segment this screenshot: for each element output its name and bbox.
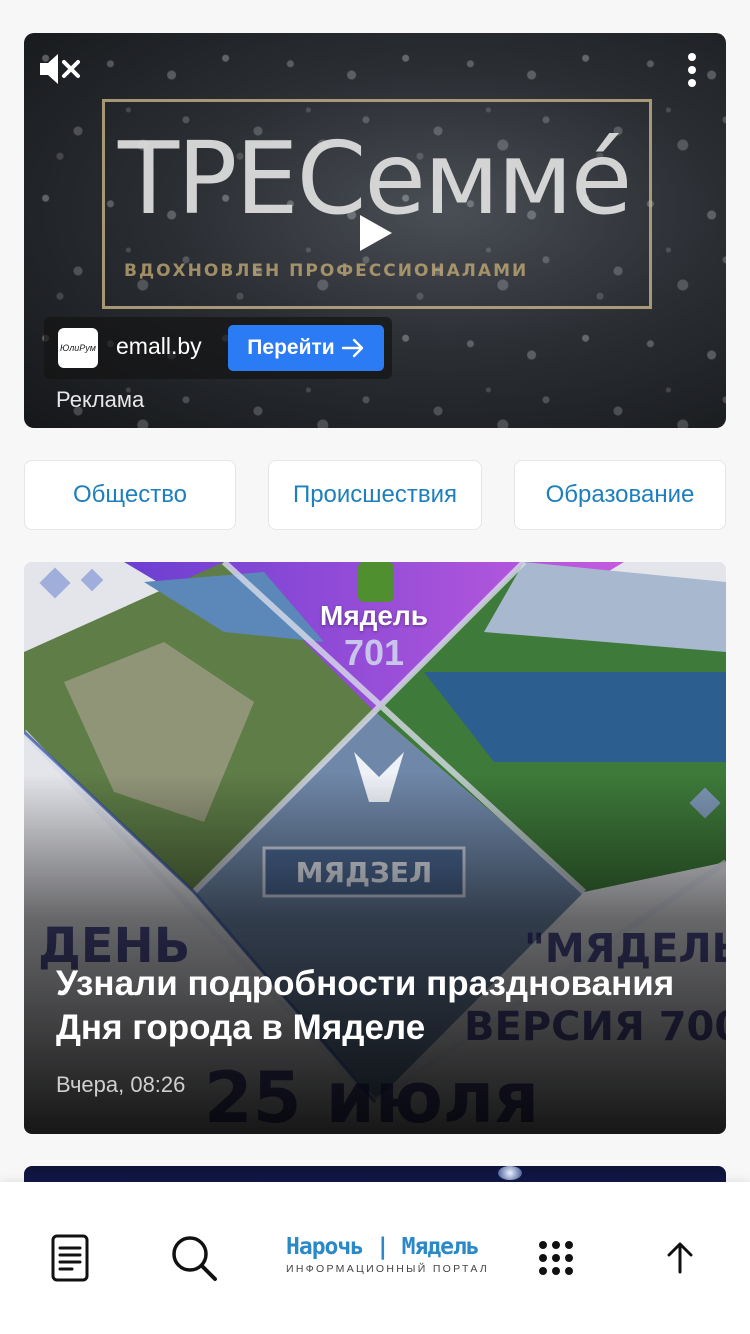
grid-menu-icon[interactable] <box>528 1230 584 1286</box>
advertiser-logo: ЮлиРум <box>58 328 98 368</box>
arrow-right-icon <box>341 338 363 358</box>
advertiser-name[interactable]: emall.by <box>116 333 202 360</box>
search-icon[interactable] <box>166 1230 222 1286</box>
category-chip-incidents[interactable]: Происшествия <box>268 460 482 530</box>
document-icon[interactable] <box>42 1230 98 1286</box>
advertiser-panel: ЮлиРум emall.by Перейти <box>44 317 392 379</box>
news-time: Вчера, 08:26 <box>56 1072 186 1097</box>
news-image-years: 701 <box>344 632 405 673</box>
portal-logo[interactable]: Нарочь | Мядель ИНФОРМАЦИОННЫЙ ПОРТАЛ <box>286 1234 490 1284</box>
stage-light <box>498 1166 522 1180</box>
ad-label: Реклама <box>56 387 145 412</box>
more-options-icon[interactable] <box>686 51 698 91</box>
play-icon[interactable] <box>358 213 394 253</box>
go-button[interactable]: Перейти <box>228 325 384 371</box>
news-image-city: Мядель <box>320 600 429 631</box>
mute-icon[interactable] <box>38 51 84 87</box>
portal-logo-subtitle: ИНФОРМАЦИОННЫЙ ПОРТАЛ <box>286 1263 490 1275</box>
category-chip-education[interactable]: Образование <box>514 460 726 530</box>
news-card[interactable]: МЯДЗЕЛ ДЕНЬ "МЯДЕЛЬ. ВЕРСИЯ 700 25 июля … <box>24 562 726 1134</box>
go-button-label: Перейти <box>247 336 335 359</box>
news-title[interactable]: Узнали подробности празднования Дня горо… <box>56 962 706 1050</box>
ad-brand-subtitle: ВДОХНОВЛЕН ПРОФЕССИОНАЛАМИ <box>124 261 529 281</box>
bottom-bar: Нарочь | Мядель ИНФОРМАЦИОННЫЙ ПОРТАЛ <box>0 1182 750 1334</box>
category-chips: Общество Происшествия Образование <box>24 460 726 530</box>
portal-logo-title: Нарочь | Мядель <box>286 1234 480 1260</box>
category-chip-society[interactable]: Общество <box>24 460 236 530</box>
arrow-up-icon[interactable] <box>652 1230 708 1286</box>
video-ad[interactable]: TPECeммé ВДОХНОВЛЕН ПРОФЕССИОНАЛАМИ ЮлиР… <box>24 33 726 428</box>
